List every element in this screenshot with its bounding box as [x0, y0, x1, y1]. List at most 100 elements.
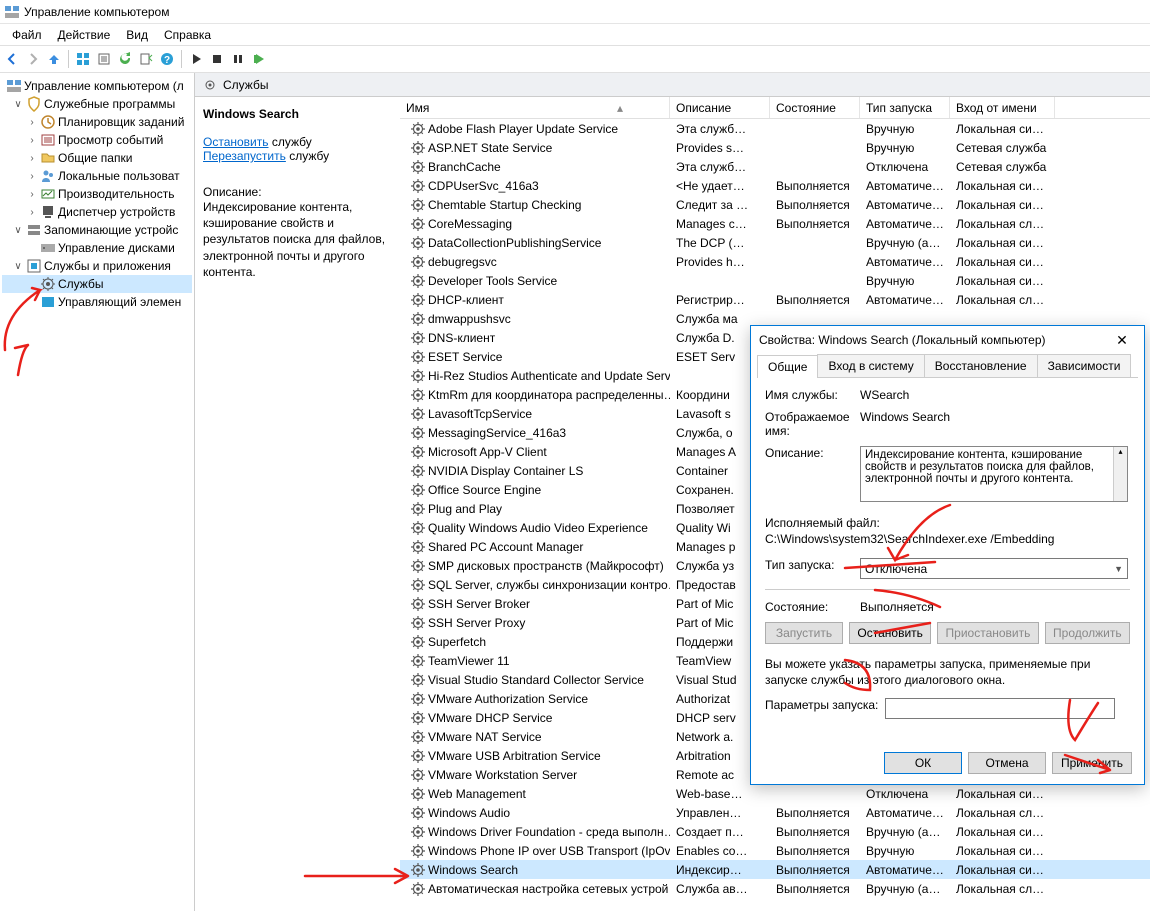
service-row[interactable]: BranchCacheЭта служб…ОтключенаСетевая сл… [400, 157, 1150, 176]
description-box[interactable]: Индексирование контента, кэширование сво… [860, 446, 1128, 502]
gear-icon [410, 729, 426, 745]
toolbar: ? [0, 45, 1150, 73]
views-icon[interactable] [73, 49, 93, 69]
gear-icon [410, 653, 426, 669]
tree-systools[interactable]: ∨ Служебные программы [2, 95, 192, 113]
properties-dialog: Свойства: Windows Search (Локальный комп… [750, 325, 1145, 785]
gear-icon [410, 881, 426, 897]
service-row[interactable]: Windows SearchИндексир…ВыполняетсяАвтома… [400, 860, 1150, 879]
gear-icon [410, 558, 426, 574]
dialog-tabs: Общие Вход в систему Восстановление Зави… [757, 354, 1138, 378]
tree-services[interactable]: Службы [2, 275, 192, 293]
service-detail-pane: Windows Search Остановить службу Перезап… [195, 97, 400, 911]
column-headers[interactable]: Имя▴ Описание Состояние Тип запуска Вход… [400, 97, 1150, 119]
tree-services-apps[interactable]: ∨ Службы и приложения [2, 257, 192, 275]
col-state[interactable]: Состояние [770, 97, 860, 118]
start-button[interactable]: Запустить [765, 622, 843, 644]
close-icon[interactable]: ✕ [1108, 330, 1136, 350]
tab-general[interactable]: Общие [757, 355, 818, 378]
menu-help[interactable]: Справка [156, 26, 219, 44]
gear-icon [410, 235, 426, 251]
app-icon [4, 4, 20, 20]
export-icon[interactable] [136, 49, 156, 69]
tree-root[interactable]: Управление компьютером (л [2, 77, 192, 95]
service-row[interactable]: Adobe Flash Player Update ServiceЭта слу… [400, 119, 1150, 138]
svg-text:?: ? [164, 55, 170, 66]
resume-button[interactable]: Продолжить [1045, 622, 1130, 644]
ok-button[interactable]: ОК [884, 752, 962, 774]
menu-view[interactable]: Вид [118, 26, 156, 44]
gear-icon [410, 672, 426, 688]
tree-sys-2[interactable]: ›Общие папки [2, 149, 192, 167]
stop-link[interactable]: Остановить [203, 135, 269, 149]
restart-link[interactable]: Перезапустить [203, 149, 286, 163]
service-row[interactable]: debugregsvcProvides h…Автоматиче…Локальн… [400, 252, 1150, 271]
gear-icon [410, 539, 426, 555]
service-row[interactable]: Developer Tools ServiceВручнуюЛокальная … [400, 271, 1150, 290]
gear-icon [410, 767, 426, 783]
service-row[interactable]: Web ManagementWeb-base…ОтключенаЛокальна… [400, 784, 1150, 803]
gear-icon [410, 710, 426, 726]
menu-action[interactable]: Действие [50, 26, 119, 44]
gear-icon [410, 634, 426, 650]
properties-icon[interactable] [94, 49, 114, 69]
col-logon[interactable]: Вход от имени [950, 97, 1055, 118]
start-params-input[interactable] [885, 698, 1115, 719]
service-row[interactable]: DataCollectionPublishingServiceThe DCP (… [400, 233, 1150, 252]
service-row[interactable]: ASP.NET State ServiceProvides s…ВручнуюС… [400, 138, 1150, 157]
tree-disk-mgmt[interactable]: Управление дисками [2, 239, 192, 257]
gear-icon [410, 330, 426, 346]
col-desc[interactable]: Описание [670, 97, 770, 118]
tree-sys-4[interactable]: ›Производительность [2, 185, 192, 203]
gear-icon [410, 843, 426, 859]
stop-icon[interactable] [207, 49, 227, 69]
tree-storage[interactable]: ∨ Запоминающие устройс [2, 221, 192, 239]
pause-button[interactable]: Приостановить [937, 622, 1038, 644]
restart-icon[interactable] [249, 49, 269, 69]
service-row[interactable]: CDPUserSvc_416a3<Не удает…ВыполняетсяАвт… [400, 176, 1150, 195]
service-name-value: WSearch [860, 388, 1130, 402]
service-row[interactable]: Windows AudioУправлен…ВыполняетсяАвтомат… [400, 803, 1150, 822]
tree-sys-1[interactable]: ›Просмотр событий [2, 131, 192, 149]
gear-icon [410, 292, 426, 308]
tree-sys-3[interactable]: ›Локальные пользоват [2, 167, 192, 185]
service-row[interactable]: DHCP-клиентРегистрир…ВыполняетсяАвтомати… [400, 290, 1150, 309]
tab-recovery[interactable]: Восстановление [924, 354, 1038, 377]
tree-sys-0[interactable]: ›Планировщик заданий [2, 113, 192, 131]
gear-icon [410, 596, 426, 612]
forward-icon[interactable] [23, 49, 43, 69]
col-name[interactable]: Имя▴ [400, 97, 670, 118]
col-start[interactable]: Тип запуска [860, 97, 950, 118]
startup-type-combo[interactable]: Отключена▼ [860, 558, 1128, 579]
menu-file[interactable]: Файл [4, 26, 50, 44]
tree-wmi[interactable]: Управляющий элемен [2, 293, 192, 311]
gear-icon [410, 463, 426, 479]
service-row[interactable]: Windows Driver Foundation - среда выполн… [400, 822, 1150, 841]
service-row[interactable]: CoreMessagingManages c…ВыполняетсяАвтома… [400, 214, 1150, 233]
play-icon[interactable] [186, 49, 206, 69]
apply-button[interactable]: Применить [1052, 752, 1132, 774]
gear-icon [410, 368, 426, 384]
refresh-icon[interactable] [115, 49, 135, 69]
service-row[interactable]: Автоматическая настройка сетевых устрой…… [400, 879, 1150, 898]
gear-icon [410, 387, 426, 403]
tab-deps[interactable]: Зависимости [1037, 354, 1132, 377]
window-title: Управление компьютером [24, 5, 169, 19]
cancel-button[interactable]: Отмена [968, 752, 1046, 774]
gear-icon [410, 615, 426, 631]
stop-button[interactable]: Остановить [849, 622, 931, 644]
service-row[interactable]: Chemtable Startup CheckingСледит за …Вып… [400, 195, 1150, 214]
gear-icon [410, 425, 426, 441]
back-icon[interactable] [2, 49, 22, 69]
help-icon[interactable]: ? [157, 49, 177, 69]
gear-icon [410, 273, 426, 289]
service-row[interactable]: Windows Phone IP over USB Transport (IpO… [400, 841, 1150, 860]
up-icon[interactable] [44, 49, 64, 69]
exe-label: Исполняемый файл: [765, 516, 1130, 530]
tree-sys-5[interactable]: ›Диспетчер устройств [2, 203, 192, 221]
tab-logon[interactable]: Вход в систему [817, 354, 924, 377]
pause-icon[interactable] [228, 49, 248, 69]
gear-icon [203, 78, 217, 92]
tree-view[interactable]: Управление компьютером (л ∨ Служебные пр… [0, 73, 195, 911]
titlebar: Управление компьютером [0, 0, 1150, 24]
